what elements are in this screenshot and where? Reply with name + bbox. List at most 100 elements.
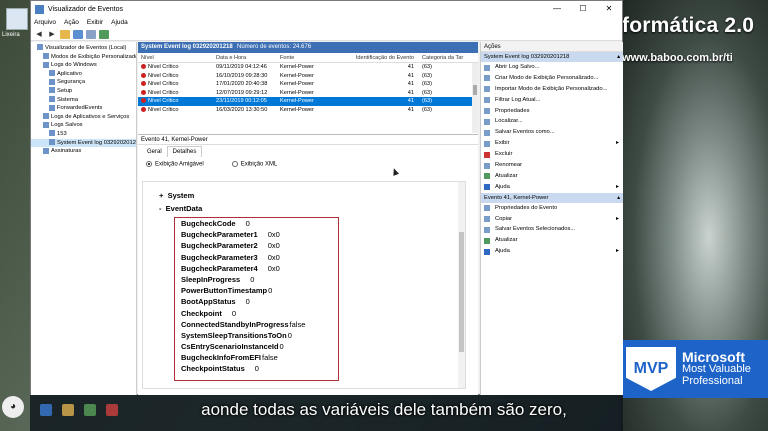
property-value: 0 xyxy=(245,219,250,228)
menu-exibir[interactable]: Exibir xyxy=(87,17,103,28)
tree-item[interactable]: Sistema xyxy=(31,96,136,105)
property-name: BugcheckParameter4 xyxy=(181,263,258,273)
properties-icon[interactable] xyxy=(73,29,83,39)
cell-level: Nível Crítico xyxy=(138,80,216,89)
action-item[interactable]: Atualizar xyxy=(481,235,623,246)
menu-ajuda[interactable]: Ajuda xyxy=(111,17,128,28)
action-item[interactable]: Atualizar xyxy=(481,171,623,182)
submenu-arrow-icon: ▸ xyxy=(615,140,619,147)
action-item[interactable]: Importar Modo de Exibição Personalizado.… xyxy=(481,84,623,95)
critical-icon xyxy=(141,72,146,78)
maximize-button[interactable]: ☐ xyxy=(570,1,596,17)
tree-item-label: Logs de Aplicativos e Serviços xyxy=(51,113,130,120)
forward-icon[interactable]: ▶ xyxy=(47,30,57,39)
find-icon xyxy=(484,118,490,125)
submenu-arrow-icon: ▸ xyxy=(615,183,619,190)
action-item[interactable]: Filtrar Log Atual... xyxy=(481,95,623,106)
col-level[interactable]: Nível xyxy=(138,53,216,62)
table-row[interactable]: Nível Crítico 16/03/2020 13:30:50 Kernel-P… xyxy=(138,106,478,115)
tree-item[interactable]: Modos de Exibição Personalizados xyxy=(31,53,136,62)
action-item[interactable]: Criar Modo de Exibição Personalizado... xyxy=(481,73,623,84)
tree-item[interactable]: ForwardedEvents xyxy=(31,104,136,113)
tree-item[interactable]: Logs de Aplicativos e Serviços xyxy=(31,113,136,122)
submenu-arrow-icon: ▸ xyxy=(615,215,619,222)
tree-item[interactable]: Aplicativo xyxy=(31,70,136,79)
action-item[interactable]: Salvar Eventos como... xyxy=(481,127,623,138)
menu-acao[interactable]: Ação xyxy=(64,17,79,28)
property-name: BugcheckInfoFromEFI xyxy=(181,353,262,363)
tree-item-label: 153 xyxy=(57,130,67,137)
action-item[interactable]: Propriedades xyxy=(481,106,623,117)
action-item[interactable]: Ajuda ▸ xyxy=(481,246,623,257)
actions-section-log[interactable]: System Event log 032920201218 ▴ xyxy=(481,52,623,62)
radio-friendly[interactable]: Exibição Amigável xyxy=(146,160,204,167)
action-item[interactable]: Abrir Log Salvo... xyxy=(481,62,623,73)
action-label: Propriedades xyxy=(495,107,530,114)
action-item[interactable]: Localizar... xyxy=(481,116,623,127)
tree-node-icon xyxy=(43,53,49,60)
recycle-bin-icon[interactable] xyxy=(6,8,28,30)
property-value: 0 xyxy=(268,286,273,296)
cell-level: Nível Crítico xyxy=(138,72,216,81)
cell-category: (63) xyxy=(422,98,432,105)
radio-xml[interactable]: Exibição XML xyxy=(231,160,277,167)
tree-item-label: Assinaturas xyxy=(51,148,82,155)
col-event-id[interactable]: Identificação do Evento xyxy=(352,53,418,62)
filter-icon xyxy=(484,75,490,82)
action-item[interactable]: Excluir xyxy=(481,149,623,160)
tree-item[interactable]: Assinaturas xyxy=(31,147,136,156)
col-source[interactable]: Fonte xyxy=(280,53,352,62)
table-row[interactable]: Nível Crítico 16/10/2019 09:28:30 Kernel-P… xyxy=(138,72,478,81)
tab-detalhes[interactable]: Detalhes xyxy=(166,146,203,157)
details-scrollbar[interactable] xyxy=(458,182,465,388)
cell-date: 16/03/2020 13:30:50 xyxy=(216,106,268,113)
folder-icon[interactable] xyxy=(60,29,70,39)
refresh-icon xyxy=(484,173,490,180)
menu-arquivo[interactable]: Arquivo xyxy=(34,17,56,28)
tree-item[interactable]: Logs Salvos xyxy=(31,121,136,130)
grid-scrollbar[interactable] xyxy=(472,63,478,133)
tree-node-icon xyxy=(49,78,55,85)
property-value: false xyxy=(262,353,278,363)
table-row[interactable]: Nível Crítico 23/11/2019 00:12:05 Kernel-P… xyxy=(138,97,478,106)
action-label: Salvar Eventos Selecionados... xyxy=(495,226,576,233)
table-row[interactable]: Nível Crítico 09/11/2019 04:12:46 Kernel-P… xyxy=(138,63,478,72)
tree-item[interactable]: System Event log 032920201218 xyxy=(31,138,137,148)
action-item[interactable]: Ajuda ▸ xyxy=(481,182,623,193)
tree-item[interactable]: 153 xyxy=(31,130,136,139)
action-item[interactable]: Exibir ▸ xyxy=(481,138,623,149)
tree-item[interactable]: Logs do Windows xyxy=(31,61,136,70)
table-row[interactable]: Nível Crítico 12/07/2019 09:29:12 Kernel-P… xyxy=(138,89,478,98)
copy-icon xyxy=(484,216,490,223)
property-name: BugcheckCode xyxy=(181,219,236,228)
tree-node-icon xyxy=(49,70,55,77)
node-eventdata[interactable]: - EventData xyxy=(159,204,202,213)
table-row[interactable]: Nível Crítico 17/01/2020 20:40:38 Kernel-P… xyxy=(138,80,478,89)
help-icon[interactable] xyxy=(86,29,96,39)
delete-icon xyxy=(484,151,490,158)
tree-item-label: System Event log 032920201218 xyxy=(57,139,137,146)
tree-node-icon xyxy=(37,44,43,51)
cell-date: 12/07/2019 09:29:12 xyxy=(216,89,268,96)
col-date[interactable]: Data e Hora xyxy=(216,53,280,62)
action-item[interactable]: Copiar ▸ xyxy=(481,214,623,225)
node-system[interactable]: + System xyxy=(159,191,194,200)
panel-icon[interactable] xyxy=(99,29,109,39)
cell-date: 09/11/2019 04:12:46 xyxy=(216,64,267,70)
tab-geral[interactable]: Geral xyxy=(142,147,167,157)
brand-title: formática 2.0 xyxy=(622,14,755,37)
minimize-button[interactable]: — xyxy=(544,1,570,17)
property-value: 0x0 xyxy=(267,241,280,251)
action-item[interactable]: Propriedades do Evento xyxy=(481,203,623,214)
action-item[interactable]: Renomear xyxy=(481,160,623,171)
tree-item[interactable]: Segurança xyxy=(31,78,136,87)
cell-category: (63) xyxy=(422,72,432,79)
tree-item[interactable]: Setup xyxy=(31,87,136,96)
back-icon[interactable]: ◀ xyxy=(34,30,44,39)
action-label: Atualizar xyxy=(495,172,518,179)
action-item[interactable]: Salvar Eventos Selecionados... xyxy=(481,224,623,235)
tree-item[interactable]: Visualizador de Eventos (Local) xyxy=(31,44,136,53)
actions-section-event[interactable]: Evento 41, Kernel-Power ▴ xyxy=(481,192,623,203)
col-category[interactable]: Categoria da Tar xyxy=(418,53,468,62)
close-button[interactable]: ✕ xyxy=(596,1,622,17)
